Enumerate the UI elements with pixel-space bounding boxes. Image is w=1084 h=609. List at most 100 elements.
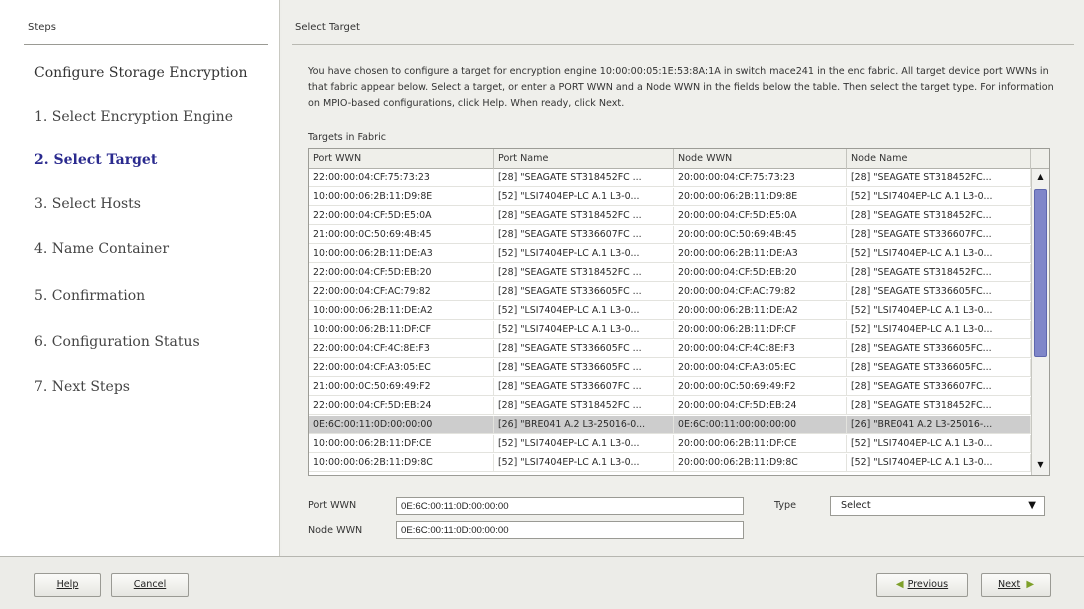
step-confirmation: 5. Confirmation <box>34 288 146 304</box>
cell-port-wwn: 22:00:00:04:CF:4C:8E:F3 <box>309 340 494 358</box>
type-select-value: Select <box>841 500 871 511</box>
type-select[interactable]: Select ▼ <box>830 496 1045 516</box>
cell-node-wwn: 20:00:00:06:2B:11:DE:A3 <box>674 245 847 263</box>
cell-port-wwn: 10:00:00:06:2B:11:D9:8C <box>309 454 494 472</box>
table-row[interactable]: 10:00:00:06:2B:11:DE:A2 [52] "LSI7404EP-L… <box>309 302 1031 320</box>
previous-arrow-icon: ◀ <box>895 579 904 590</box>
table-row[interactable]: 22:00:00:04:CF:75:73:23 [28] "SEAGATE ST3… <box>309 169 1031 187</box>
step-configuration-status: 6. Configuration Status <box>34 334 200 350</box>
cell-port-wwn: 10:00:00:06:2B:11:D9:8E <box>309 188 494 206</box>
table-row[interactable]: 10:00:00:06:2B:11:D9:8C [52] "LSI7404EP-L… <box>309 454 1031 472</box>
table-row[interactable]: 22:00:00:04:CF:5D:E5:0A [28] "SEAGATE ST3… <box>309 207 1031 225</box>
port-wwn-field[interactable] <box>396 497 744 515</box>
scroll-up-icon[interactable]: ▲ <box>1032 169 1049 185</box>
table-vertical-scrollbar[interactable]: ▲ ▼ <box>1031 169 1049 475</box>
table-row[interactable]: 22:00:00:04:CF:5D:EB:24 [28] "SEAGATE ST3… <box>309 397 1031 415</box>
help-button[interactable]: Help <box>34 573 101 597</box>
header-divider <box>292 44 1074 45</box>
steps-sidebar: Steps Configure Storage Encryption 1. Se… <box>0 0 280 556</box>
cell-port-wwn: 22:00:00:04:CF:5D:E5:0A <box>309 207 494 225</box>
table-row[interactable]: 10:00:00:06:2B:11:DF:CF [52] "LSI7404EP-L… <box>309 321 1031 339</box>
step-select-hosts: 3. Select Hosts <box>34 196 141 212</box>
cell-node-name: [52] "LSI7404EP-LC A.1 L3-0... <box>847 245 1031 263</box>
cell-port-name: [28] "SEAGATE ST336607FC ... <box>494 378 674 396</box>
table-row[interactable]: 21:00:00:0C:50:69:49:F2 [28] "SEAGATE ST3… <box>309 378 1031 396</box>
cell-node-name: [52] "LSI7404EP-LC A.1 L3-0... <box>847 302 1031 320</box>
cell-port-name: [28] "SEAGATE ST336605FC ... <box>494 359 674 377</box>
step-select-target: 2. Select Target <box>34 152 158 168</box>
cancel-button[interactable]: Cancel <box>111 573 189 597</box>
page-title: Select Target <box>295 22 360 33</box>
cell-node-name: [28] "SEAGATE ST318452FC... <box>847 169 1031 187</box>
help-button-label: Help <box>56 579 79 590</box>
targets-table: Port WWN Port Name Node WWN Node Name 22… <box>308 148 1050 476</box>
cell-node-name: [52] "LSI7404EP-LC A.1 L3-0... <box>847 188 1031 206</box>
table-row[interactable]: 22:00:00:04:CF:A3:05:EC [28] "SEAGATE ST3… <box>309 359 1031 377</box>
table-row[interactable]: 0E:6C:00:11:0D:00:00:00 [26] "BRE041 A.2 … <box>309 416 1031 434</box>
cell-port-wwn: 22:00:00:04:CF:5D:EB:24 <box>309 397 494 415</box>
next-button-label: Next <box>997 579 1021 590</box>
previous-button[interactable]: ◀ Previous <box>876 573 968 597</box>
steps-divider <box>24 44 268 45</box>
cell-port-name: [28] "SEAGATE ST318452FC ... <box>494 207 674 225</box>
column-header-port-wwn[interactable]: Port WWN <box>309 149 494 169</box>
cell-port-wwn: 22:00:00:04:CF:AC:79:82 <box>309 283 494 301</box>
cell-node-name: [28] "SEAGATE ST336607FC... <box>847 378 1031 396</box>
step-next-steps: 7. Next Steps <box>34 379 130 395</box>
cell-node-name: [52] "LSI7404EP-LC A.1 L3-0... <box>847 321 1031 339</box>
table-row[interactable]: 22:00:00:04:CF:5D:EB:20 [28] "SEAGATE ST3… <box>309 264 1031 282</box>
cell-node-name: [28] "SEAGATE ST318452FC... <box>847 207 1031 225</box>
column-header-corner <box>1031 149 1049 169</box>
cell-node-wwn: 20:00:00:04:CF:5D:E5:0A <box>674 207 847 225</box>
column-header-node-name[interactable]: Node Name <box>847 149 1031 169</box>
cell-node-wwn: 20:00:00:04:CF:A3:05:EC <box>674 359 847 377</box>
cell-node-name: [28] "SEAGATE ST336605FC... <box>847 283 1031 301</box>
table-row[interactable]: 10:00:00:06:2B:11:DF:CE [52] "LSI7404EP-L… <box>309 435 1031 453</box>
table-row[interactable]: 10:00:00:06:2B:11:DE:A3 [52] "LSI7404EP-L… <box>309 245 1031 263</box>
cell-port-name: [52] "LSI7404EP-LC A.1 L3-0... <box>494 321 674 339</box>
cell-port-name: [28] "SEAGATE ST318452FC ... <box>494 264 674 282</box>
cell-port-name: [52] "LSI7404EP-LC A.1 L3-0... <box>494 302 674 320</box>
table-row[interactable]: 21:00:00:0C:50:69:4B:45 [28] "SEAGATE ST3… <box>309 226 1031 244</box>
column-header-node-wwn[interactable]: Node WWN <box>674 149 847 169</box>
wizard-footer: Help Cancel ◀ Previous Next ▶ <box>0 556 1084 609</box>
cell-port-name: [28] "SEAGATE ST336605FC ... <box>494 283 674 301</box>
cell-port-name: [52] "LSI7404EP-LC A.1 L3-0... <box>494 454 674 472</box>
table-row[interactable]: 22:00:00:04:CF:AC:79:82 [28] "SEAGATE ST3… <box>309 283 1031 301</box>
cell-port-wwn: 10:00:00:06:2B:11:DF:CE <box>309 435 494 453</box>
cell-port-name: [52] "LSI7404EP-LC A.1 L3-0... <box>494 245 674 263</box>
steps-header: Steps <box>28 22 56 33</box>
step-name-container: 4. Name Container <box>34 241 170 257</box>
previous-button-label: Previous <box>907 579 949 590</box>
column-header-port-name[interactable]: Port Name <box>494 149 674 169</box>
node-wwn-field[interactable] <box>396 521 744 539</box>
cell-port-wwn: 22:00:00:04:CF:A3:05:EC <box>309 359 494 377</box>
node-wwn-label: Node WWN <box>308 525 363 536</box>
table-row[interactable]: 22:00:00:04:CF:4C:8E:F3 [28] "SEAGATE ST3… <box>309 340 1031 358</box>
cell-port-wwn: 10:00:00:06:2B:11:DF:CF <box>309 321 494 339</box>
cell-node-wwn: 20:00:00:0C:50:69:4B:45 <box>674 226 847 244</box>
cell-node-name: [28] "SEAGATE ST318452FC... <box>847 397 1031 415</box>
cell-port-name: [52] "LSI7404EP-LC A.1 L3-0... <box>494 435 674 453</box>
cell-node-wwn: 0E:6C:00:11:00:00:00:00 <box>674 416 847 434</box>
cell-node-name: [28] "SEAGATE ST336607FC... <box>847 226 1031 244</box>
type-label: Type <box>774 500 797 511</box>
cell-node-name: [26] "BRE041 A.2 L3-25016-... <box>847 416 1031 434</box>
cell-port-name: [52] "LSI7404EP-LC A.1 L3-0... <box>494 188 674 206</box>
cell-port-name: [28] "SEAGATE ST336605FC ... <box>494 340 674 358</box>
cell-port-name: [26] "BRE041 A.2 L3-25016-0... <box>494 416 674 434</box>
main-panel: Select Target You have chosen to configu… <box>282 0 1084 556</box>
cell-node-name: [28] "SEAGATE ST336605FC... <box>847 340 1031 358</box>
cell-port-name: [28] "SEAGATE ST318452FC ... <box>494 397 674 415</box>
wizard-title: Configure Storage Encryption <box>34 65 248 81</box>
cell-node-name: [52] "LSI7404EP-LC A.1 L3-0... <box>847 435 1031 453</box>
scroll-thumb[interactable] <box>1034 189 1047 357</box>
dropdown-arrow-icon[interactable]: ▼ <box>1028 497 1036 515</box>
cell-node-wwn: 20:00:00:04:CF:75:73:23 <box>674 169 847 187</box>
cell-node-wwn: 20:00:00:06:2B:11:D9:8C <box>674 454 847 472</box>
scroll-down-icon[interactable]: ▼ <box>1032 457 1049 473</box>
table-row[interactable]: 10:00:00:06:2B:11:D9:8E [52] "LSI7404EP-L… <box>309 188 1031 206</box>
next-button[interactable]: Next ▶ <box>981 573 1051 597</box>
cell-port-wwn: 10:00:00:06:2B:11:DE:A2 <box>309 302 494 320</box>
cell-node-wwn: 20:00:00:06:2B:11:DE:A2 <box>674 302 847 320</box>
